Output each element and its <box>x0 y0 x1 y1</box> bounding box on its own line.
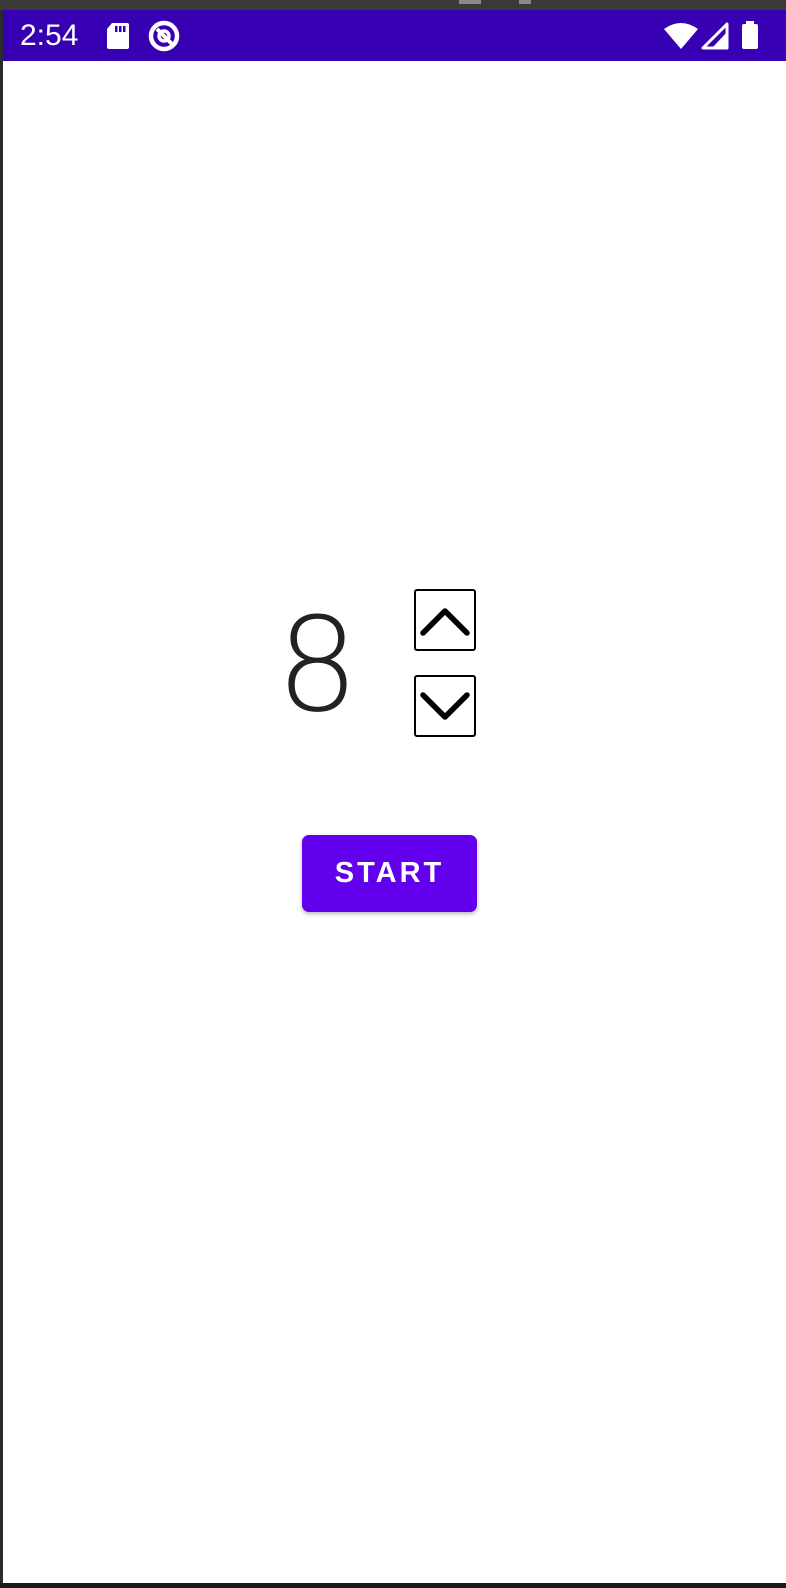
increment-button[interactable] <box>414 589 476 651</box>
top-strip <box>0 0 786 10</box>
chevron-up-icon <box>420 608 470 636</box>
decrement-button[interactable] <box>414 675 476 737</box>
device-frame: 2:54 8 START <box>0 0 786 1588</box>
bottom-edge <box>0 1583 786 1588</box>
wifi-icon <box>664 23 698 49</box>
counter-value: 8 <box>276 589 359 741</box>
status-time: 2:54 <box>20 19 79 52</box>
data-saver-icon <box>148 20 180 52</box>
app-screen <box>3 61 786 1583</box>
battery-icon <box>742 21 758 49</box>
status-bar: 2:54 <box>3 10 786 61</box>
cell-signal-icon <box>701 22 729 50</box>
start-button[interactable]: START <box>302 835 477 912</box>
sd-card-icon <box>107 23 129 49</box>
chevron-down-icon <box>420 692 470 720</box>
